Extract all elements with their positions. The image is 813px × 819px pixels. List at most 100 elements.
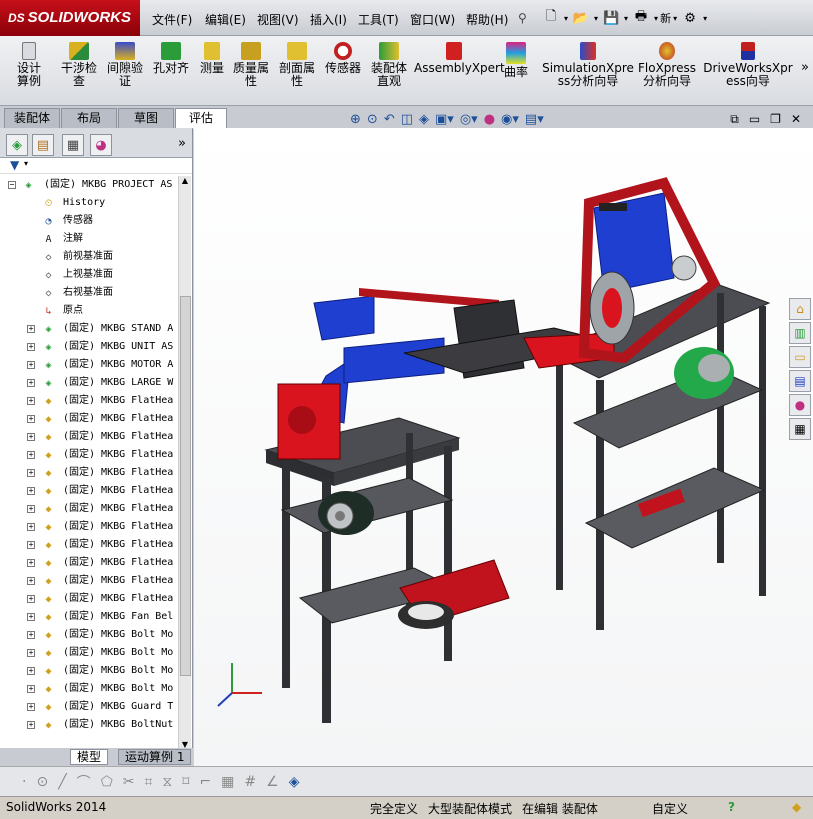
expand-icon[interactable]: + [27, 649, 35, 657]
collapse-icon[interactable]: − [8, 181, 16, 189]
expand-icon[interactable]: + [27, 559, 35, 567]
curvature-button[interactable]: 曲率 [500, 40, 532, 79]
angle-icon[interactable]: ∠ [266, 774, 279, 790]
trim-icon[interactable]: ✂ [123, 774, 135, 790]
notification-icon[interactable]: ◆ [792, 800, 801, 814]
grid-icon[interactable]: # [244, 774, 256, 790]
mirror-icon[interactable]: ⧖ [162, 774, 172, 790]
expand-icon[interactable]: + [27, 667, 35, 675]
tree-item[interactable]: + ◆ (固定) MKBG FlatHea [0, 572, 178, 590]
menu-help[interactable]: 帮助(H) [466, 11, 508, 28]
tree-item[interactable]: + ◆ (固定) MKBG FlatHea [0, 554, 178, 572]
design-study-button[interactable]: 设计算例 [6, 40, 52, 88]
open-folder-icon[interactable]: 📂 [570, 7, 592, 29]
tree-item[interactable]: ◇ 前视基准面 [0, 248, 178, 266]
design-library-icon[interactable]: ▥ [789, 322, 811, 344]
circle-icon[interactable]: ⊙ [36, 774, 48, 790]
filter-icon[interactable]: ▼ [10, 158, 19, 172]
expand-icon[interactable]: + [27, 703, 35, 711]
expand-icon[interactable]: + [27, 631, 35, 639]
mass-props-button[interactable]: 质量属性 [230, 40, 272, 88]
tree-item[interactable]: + ◆ (固定) MKBG Bolt Mo [0, 644, 178, 662]
tree-item[interactable]: + ◆ (固定) MKBG FlatHea [0, 446, 178, 464]
assembly-visualize-button[interactable]: 装配体直观 [368, 40, 410, 88]
simulation-button[interactable]: SimulationXpress分析向导 [542, 40, 634, 88]
property-manager-tab-icon[interactable]: ▤ [32, 134, 54, 156]
section-view-icon[interactable]: ◫ [401, 112, 413, 127]
print-icon[interactable]: 🖶 [630, 7, 652, 29]
section-props-button[interactable]: 剖面属性 [276, 40, 318, 88]
tab-assembly[interactable]: 装配体 [4, 108, 60, 128]
fillet-icon[interactable]: ⌐ [199, 774, 211, 790]
graphics-area[interactable]: ⌂ ▥ ▭ ▤ ● ▦ [194, 128, 813, 766]
more-chevron-icon[interactable]: » [801, 60, 809, 75]
expand-icon[interactable]: + [27, 325, 35, 333]
tree-item[interactable]: + ◈ (固定) MKBG STAND A [0, 320, 178, 338]
menu-edit[interactable]: 编辑(E) [205, 11, 246, 28]
expand-icon[interactable]: + [27, 343, 35, 351]
tab-model[interactable]: 模型 [70, 749, 109, 765]
feature-tree-tab-icon[interactable]: ◈ [6, 134, 28, 156]
tree-item[interactable]: ↳ 原点 [0, 302, 178, 320]
tree-item[interactable]: + ◈ (固定) MKBG UNIT AS [0, 338, 178, 356]
menu-tools[interactable]: 工具(T) [358, 11, 399, 28]
expand-icon[interactable]: + [27, 595, 35, 603]
zoom-fit-icon[interactable]: ⊕ [350, 112, 361, 127]
tab-motion-study[interactable]: 运动算例 1 [118, 749, 192, 765]
offset-icon[interactable]: ⌑ [182, 774, 189, 790]
tree-item[interactable]: ◇ 右视基准面 [0, 284, 178, 302]
expand-icon[interactable]: + [27, 577, 35, 585]
tree-scrollbar[interactable]: ▲ ▼ [178, 176, 191, 752]
expand-icon[interactable]: + [27, 487, 35, 495]
assembly-model-view[interactable] [194, 128, 813, 766]
tile-icon[interactable]: ⧉ [730, 112, 739, 127]
sensor-button[interactable]: 传感器 [322, 40, 364, 75]
expand-icon[interactable]: + [27, 505, 35, 513]
tab-evaluate[interactable]: 评估 [175, 108, 227, 129]
home-icon[interactable]: ⌂ [789, 298, 811, 320]
menu-file[interactable]: 文件(F) [152, 11, 192, 28]
status-units[interactable]: 自定义 [652, 800, 688, 817]
configuration-tab-icon[interactable]: ▦ [62, 134, 84, 156]
smart-dimension-icon[interactable]: ◈ [289, 774, 300, 790]
view-palette-icon[interactable]: ▤ [789, 370, 811, 392]
hide-show-icon[interactable]: ◎▾ [460, 112, 478, 127]
expand-icon[interactable]: + [27, 613, 35, 621]
rebuild-label[interactable]: 新 [660, 10, 671, 26]
scroll-thumb[interactable] [180, 296, 191, 676]
tree-root[interactable]: − ◈ (固定) MKBG PROJECT AS [0, 176, 178, 194]
floxpress-button[interactable]: FloXpress分析向导 [638, 40, 696, 88]
expand-icon[interactable]: + [27, 523, 35, 531]
interference-button[interactable]: 干涉检查 [58, 40, 100, 88]
tree-item[interactable]: + ◆ (固定) MKBG FlatHea [0, 410, 178, 428]
display-style-icon[interactable]: ▣▾ [435, 112, 454, 127]
display-manager-tab-icon[interactable]: ◕ [90, 134, 112, 156]
expand-icon[interactable]: + [27, 685, 35, 693]
expand-icon[interactable]: + [27, 469, 35, 477]
tree-item[interactable]: + ◆ (固定) MKBG FlatHea [0, 392, 178, 410]
zoom-area-icon[interactable]: ⊙ [367, 112, 378, 127]
file-explorer-icon[interactable]: ▭ [789, 346, 811, 368]
scroll-up-icon[interactable]: ▲ [179, 176, 191, 188]
expand-icon[interactable]: + [27, 451, 35, 459]
tree-item[interactable]: + ◆ (固定) MKBG FlatHea [0, 536, 178, 554]
arc-icon[interactable]: ⌒ [77, 772, 91, 792]
previous-view-icon[interactable]: ↶ [384, 112, 395, 127]
close-icon[interactable]: ✕ [791, 112, 801, 127]
tree-item[interactable]: + ◆ (固定) MKBG FlatHea [0, 428, 178, 446]
expand-icon[interactable]: + [27, 379, 35, 387]
solidworks-logo[interactable]: DS SOLIDWORKS [0, 0, 140, 36]
polygon-icon[interactable]: ⬠ [101, 774, 113, 790]
tree-item[interactable]: ◇ 上视基准面 [0, 266, 178, 284]
tree-item[interactable]: A 注解 [0, 230, 178, 248]
tree-item[interactable]: + ◈ (固定) MKBG LARGE W [0, 374, 178, 392]
measure-button[interactable]: 测量 [196, 40, 228, 75]
tree-item[interactable]: + ◆ (固定) MKBG FlatHea [0, 500, 178, 518]
expand-icon[interactable]: + [27, 361, 35, 369]
view-settings-icon[interactable]: ▤▾ [525, 112, 544, 127]
apply-scene-icon[interactable]: ◉▾ [501, 112, 519, 127]
tree-item[interactable]: + ◆ (固定) MKBG BoltNut [0, 716, 178, 734]
point-icon[interactable]: · [22, 774, 26, 790]
tree-item[interactable]: + ◈ (固定) MKBG MOTOR A [0, 356, 178, 374]
options-icon[interactable]: ⚙ [679, 7, 701, 29]
